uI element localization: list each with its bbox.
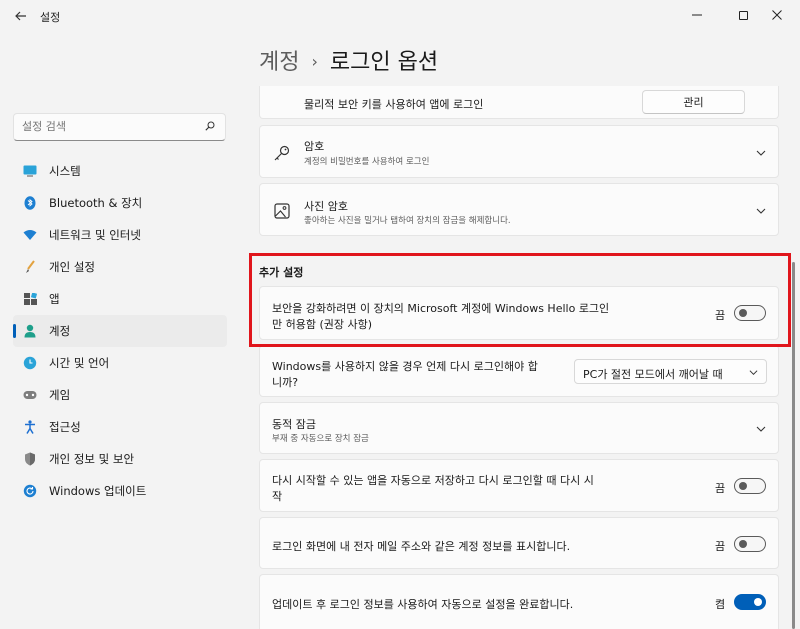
dynamic-lock-card[interactable]: 동적 잠금 부재 중 자동으로 장치 잠금 [259, 402, 779, 454]
shield-icon [23, 452, 37, 466]
sidebar-item-bluetooth[interactable]: Bluetooth & 장치 [13, 187, 227, 219]
sidebar-item-label: 계정 [49, 324, 71, 338]
sidebar-item-apps[interactable]: 앱 [13, 283, 227, 315]
sidebar-item-personalization[interactable]: 개인 설정 [13, 251, 227, 283]
toggle-knob [754, 598, 762, 606]
sidebar-item-gaming[interactable]: 게임 [13, 379, 227, 411]
show-account-title: 로그인 화면에 내 전자 메일 주소와 같은 계정 정보를 표시합니다. [272, 540, 571, 553]
image-icon [274, 203, 290, 219]
title-bar: 설정 [0, 0, 800, 32]
sidebar-item-accessibility[interactable]: 접근성 [13, 411, 227, 443]
password-title: 암호 [304, 140, 325, 153]
manage-security-key-button[interactable]: 관리 [642, 90, 745, 114]
sidebar-item-time-language[interactable]: 시간 및 언어 [13, 347, 227, 379]
sidebar-item-network[interactable]: 네트워크 및 인터넷 [13, 219, 227, 251]
signin-required-line2: 니까? [272, 376, 299, 389]
breadcrumb-parent[interactable]: 계정 [259, 50, 299, 75]
security-key-title: 물리적 보안 키를 사용하여 앱에 로그인 [304, 98, 484, 111]
restart-apps-line2: 작 [272, 490, 283, 503]
signin-required-card: Windows를 사용하지 않을 경우 언제 다시 로그인해야 합 니까? PC… [259, 345, 779, 397]
bluetooth-icon [23, 196, 37, 210]
toggle-knob [739, 540, 747, 548]
apps-icon [23, 292, 37, 306]
signin-required-line1: Windows를 사용하지 않을 경우 언제 다시 로그인해야 합 [272, 360, 538, 373]
sidebar-item-label: 시간 및 언어 [49, 356, 110, 370]
accessibility-icon [23, 420, 37, 434]
dynamic-lock-title: 동적 잠금 [272, 418, 316, 431]
sidebar-item-label: Bluetooth & 장치 [49, 196, 143, 210]
picture-password-subtitle: 좋아하는 사진을 밀거나 탭하여 장치의 잠금을 해제합니다. [304, 216, 511, 226]
auto-finish-toggle[interactable] [734, 594, 766, 610]
show-account-toggle[interactable] [734, 536, 766, 552]
search-box[interactable] [13, 113, 226, 141]
restart-apps-card: 다시 시작할 수 있는 앱을 자동으로 저장하고 다시 로그인할 때 다시 시 … [259, 459, 779, 512]
sidebar-item-label: 앱 [49, 292, 60, 306]
dropdown-selected-value: PC가 절전 모드에서 깨어날 때 [583, 368, 723, 381]
picture-password-card[interactable]: 사진 암호 좋아하는 사진을 밀거나 탭하여 장치의 잠금을 해제합니다. [259, 183, 779, 236]
key-icon [274, 145, 290, 161]
highlight-annotation [249, 253, 791, 347]
breadcrumb: 계정 › 로그인 옵션 [259, 44, 438, 76]
back-arrow-icon [15, 11, 26, 21]
sidebar-item-label: 게임 [49, 388, 71, 402]
search-icon [205, 121, 215, 131]
sidebar-item-label: 개인 정보 및 보안 [49, 452, 135, 466]
password-card[interactable]: 암호 계정의 비밀번호를 사용하여 로그인 [259, 125, 779, 178]
maximize-icon [738, 10, 748, 20]
sidebar-item-system[interactable]: 시스템 [13, 155, 227, 187]
signin-required-dropdown[interactable]: PC가 절전 모드에서 깨어날 때 [574, 359, 767, 384]
minimize-button[interactable] [674, 0, 720, 30]
sidebar-item-label: 시스템 [49, 164, 81, 178]
sidebar-item-accounts[interactable]: 계정 [13, 315, 227, 347]
restart-apps-state: 끔 [715, 482, 726, 495]
show-account-state: 끔 [715, 540, 726, 553]
show-account-card: 로그인 화면에 내 전자 메일 주소와 같은 계정 정보를 표시합니다. 끔 [259, 517, 779, 569]
back-button[interactable] [10, 6, 32, 26]
chevron-down-icon [749, 370, 758, 376]
sidebar-item-label: 개인 설정 [49, 260, 95, 274]
close-button[interactable] [754, 0, 800, 30]
auto-finish-state: 켬 [715, 598, 726, 611]
person-icon [23, 324, 37, 338]
sidebar-nav: 시스템 Bluetooth & 장치 네트워크 및 인터넷 개인 설정 앱 계정… [13, 155, 227, 507]
sidebar-item-label: 접근성 [49, 420, 81, 434]
globe-clock-icon [23, 356, 37, 370]
breadcrumb-separator: › [311, 52, 318, 71]
password-subtitle: 계정의 비밀번호를 사용하여 로그인 [304, 157, 430, 167]
gamepad-icon [23, 388, 37, 402]
wifi-icon [23, 228, 37, 242]
sidebar-item-label: Windows 업데이트 [49, 484, 147, 498]
chevron-down-icon [756, 150, 766, 156]
restart-apps-toggle[interactable] [734, 478, 766, 494]
page-title: 로그인 옵션 [329, 50, 439, 75]
restart-apps-line1: 다시 시작할 수 있는 앱을 자동으로 저장하고 다시 로그인할 때 다시 시 [272, 474, 594, 487]
picture-password-title: 사진 암호 [304, 200, 348, 213]
sidebar-item-windows-update[interactable]: Windows 업데이트 [13, 475, 227, 507]
chevron-down-icon [756, 208, 766, 214]
monitor-icon [23, 164, 37, 178]
toggle-knob [739, 482, 747, 490]
brush-icon [23, 260, 37, 274]
dynamic-lock-subtitle: 부재 중 자동으로 장치 잠금 [272, 434, 369, 444]
security-key-card: 물리적 보안 키를 사용하여 앱에 로그인 관리 [259, 86, 779, 119]
sidebar-item-label: 네트워크 및 인터넷 [49, 228, 141, 242]
minimize-icon [692, 14, 702, 16]
sidebar-item-privacy[interactable]: 개인 정보 및 보안 [13, 443, 227, 475]
auto-finish-title: 업데이트 후 로그인 정보를 사용하여 자동으로 설정을 완료합니다. [272, 598, 574, 611]
close-icon [772, 10, 782, 20]
auto-finish-card: 업데이트 후 로그인 정보를 사용하여 자동으로 설정을 완료합니다. 켬 [259, 574, 779, 629]
app-title: 설정 [40, 11, 61, 24]
chevron-down-icon [756, 426, 766, 432]
search-input[interactable] [22, 120, 202, 133]
scrollbar[interactable] [792, 262, 795, 629]
update-icon [23, 484, 37, 498]
